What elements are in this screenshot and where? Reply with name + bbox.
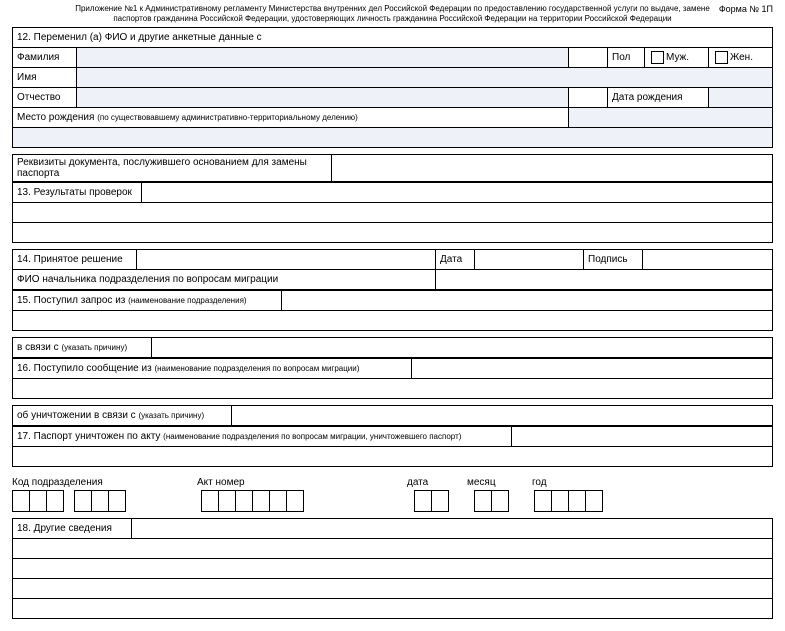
field-s17-2[interactable] (13, 447, 773, 467)
field-inrelation[interactable] (152, 338, 773, 358)
label-patronymic: Отчество (13, 88, 77, 108)
field-s13-2[interactable] (13, 203, 773, 223)
section-13: 13. Результаты проверок (12, 182, 773, 243)
label-pob: Место рождения (по существовавшему админ… (13, 108, 569, 128)
field-name[interactable] (77, 68, 773, 88)
field-pob-2[interactable] (13, 128, 773, 148)
label-act: Акт номер (197, 477, 347, 488)
checkbox-female[interactable] (715, 51, 728, 64)
section-17: 17. Паспорт уничтожен по акту (наименова… (12, 426, 773, 467)
field-dob[interactable] (709, 88, 773, 108)
section-14: 14. Принятое решение Дата Подпись ФИО на… (12, 249, 773, 290)
s13-title: 13. Результаты проверок (13, 183, 142, 203)
label-dob: Дата рождения (608, 88, 709, 108)
form-number: Форма № 1П (719, 4, 773, 15)
section-12: 12. Переменил (а) ФИО и другие анкетные … (12, 27, 773, 148)
field-s13-1[interactable] (142, 183, 773, 203)
year-box[interactable] (534, 490, 603, 512)
s16-title: 16. Поступило сообщение из (наименование… (13, 359, 412, 379)
dept-code-2[interactable] (74, 490, 126, 512)
field-surname[interactable] (77, 48, 569, 68)
field-s13-3[interactable] (13, 223, 773, 243)
label-destroy: об уничтожении в связи с (указать причин… (13, 406, 232, 426)
field-s16-2[interactable] (13, 379, 773, 399)
section-15: 15. Поступил запрос из (наименование под… (12, 290, 773, 331)
header-line2: паспортов гражданина Российской Федераци… (12, 14, 773, 24)
code-labels: Код подразделения Акт номер дата месяц г… (12, 477, 773, 488)
dept-code-1[interactable] (12, 490, 64, 512)
field-s18-4[interactable] (13, 579, 773, 599)
section-16-destroy: об уничтожении в связи с (указать причин… (12, 405, 773, 426)
field-s15-2[interactable] (13, 311, 773, 331)
section-12-requisites: Реквизиты документа, послужившего основа… (12, 154, 773, 182)
label-surname: Фамилия (13, 48, 77, 68)
checkbox-male[interactable] (651, 51, 664, 64)
label-sex: Пол (608, 48, 645, 68)
label-sign: Подпись (584, 250, 643, 270)
field-requisites[interactable] (332, 155, 773, 182)
field-s18-1[interactable] (132, 519, 773, 539)
field-date[interactable] (475, 250, 584, 270)
field-destroy[interactable] (232, 406, 773, 426)
label-requisites: Реквизиты документа, послужившего основа… (13, 155, 332, 182)
s17-title: 17. Паспорт уничтожен по акту (наименова… (13, 427, 512, 447)
form-page: Приложение №1 к Административному реглам… (0, 0, 785, 631)
field-decision[interactable] (137, 250, 436, 270)
s15-title: 15. Поступил запрос из (наименование под… (13, 291, 282, 311)
label-fio-chief: ФИО начальника подразделения по вопросам… (13, 270, 436, 290)
month-box[interactable] (474, 490, 509, 512)
s18-title: 18. Другие сведения (13, 519, 132, 539)
s14-title: 14. Принятое решение (13, 250, 137, 270)
field-pob[interactable] (569, 108, 773, 128)
label-date: Дата (436, 250, 475, 270)
section-18: 18. Другие сведения (12, 518, 773, 619)
label-month: месяц (467, 477, 532, 488)
code-boxes-row (12, 490, 773, 512)
field-s18-3[interactable] (13, 559, 773, 579)
label-name: Имя (13, 68, 77, 88)
field-female[interactable]: Жен. (709, 48, 773, 68)
field-s16-1[interactable] (412, 359, 773, 379)
label-dept-code: Код подразделения (12, 477, 137, 488)
section-15-reason: в связи с (указать причину) (12, 337, 773, 358)
header-line1: Приложение №1 к Административному реглам… (12, 4, 773, 14)
act-number[interactable] (201, 490, 304, 512)
field-patronymic[interactable] (77, 88, 569, 108)
field-s18-5[interactable] (13, 599, 773, 619)
label-cdate: дата (407, 477, 467, 488)
field-male[interactable]: Муж. (645, 48, 709, 68)
field-s15-1[interactable] (282, 291, 773, 311)
field-s18-2[interactable] (13, 539, 773, 559)
field-fio-chief[interactable] (436, 270, 773, 290)
label-inrelation: в связи с (указать причину) (13, 338, 152, 358)
header: Приложение №1 к Административному реглам… (12, 4, 773, 23)
date-box[interactable] (414, 490, 449, 512)
field-sign[interactable] (643, 250, 773, 270)
label-year: год (532, 477, 592, 488)
section-16: 16. Поступило сообщение из (наименование… (12, 358, 773, 399)
s12-title: 12. Переменил (а) ФИО и другие анкетные … (13, 28, 773, 48)
field-s17-1[interactable] (512, 427, 773, 447)
